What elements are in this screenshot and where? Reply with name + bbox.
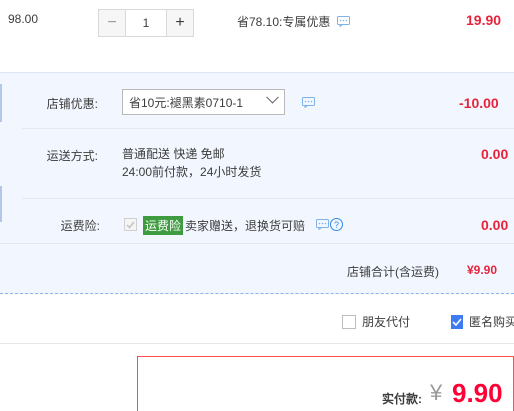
item-promo-text: 省78.10:专属优惠 [237, 15, 331, 29]
discount-value: -10.00 [459, 95, 499, 111]
shipping-value: 0.00 [481, 146, 509, 162]
panel-edge-marker [0, 186, 2, 222]
shop-total-label: 店铺合计(含运费) [347, 265, 439, 279]
payment-currency: ¥ [430, 380, 443, 405]
item-promo: 省78.10:专属优惠 [237, 13, 350, 30]
panel-edge-marker [0, 84, 2, 122]
discount-label: 店铺优惠: [46, 97, 98, 111]
insurance-checkbox[interactable] [124, 218, 137, 231]
shipping-time: 24:00前付款，24小时发货 [122, 165, 262, 179]
friend-pay-label: 朋友代付 [362, 315, 411, 329]
insurance-badge: 运费险 [143, 216, 184, 235]
quantity-input[interactable]: 1 [126, 9, 166, 37]
insurance-value: 0.00 [481, 217, 509, 233]
chat-icon[interactable] [316, 219, 329, 230]
divider [22, 128, 514, 129]
chevron-down-icon [266, 90, 279, 104]
anonymous-label: 匿名购买 [469, 315, 514, 329]
divider [0, 343, 514, 344]
friend-pay-option[interactable]: 朋友代付 [342, 313, 410, 330]
check-icon [452, 317, 462, 326]
increase-quantity-button[interactable]: + [166, 9, 194, 37]
discount-select-value: 省10元:褪黑素0710-1 [129, 95, 244, 110]
anonymous-option[interactable]: 匿名购买 [451, 313, 514, 330]
unit-price: 98.00 [8, 12, 39, 26]
payment-amount: 9.90 [452, 378, 503, 408]
quantity-stepper: − 1 + [98, 9, 194, 37]
divider [0, 243, 514, 244]
anonymous-checkbox[interactable] [451, 314, 463, 329]
help-icon[interactable]: ? [330, 218, 343, 231]
decrease-quantity-button[interactable]: − [98, 9, 126, 37]
item-subtotal: 19.90 [466, 12, 502, 28]
chat-icon[interactable] [302, 97, 315, 108]
shipping-label: 运送方式: [46, 149, 98, 163]
shipping-method: 普通配送 快递 免邮 [122, 147, 225, 161]
insurance-label: 运费险: [60, 219, 100, 233]
discount-select[interactable]: 省10元:褪黑素0710-1 [122, 89, 285, 115]
chat-icon[interactable] [336, 16, 350, 27]
check-icon [126, 221, 135, 229]
divider [22, 198, 514, 199]
insurance-text: 卖家赠送，退换货可赔 [185, 219, 306, 233]
shop-total-value: ¥9.90 [467, 263, 498, 277]
payment-label: 实付款: [382, 392, 422, 406]
friend-pay-checkbox[interactable] [342, 314, 356, 329]
